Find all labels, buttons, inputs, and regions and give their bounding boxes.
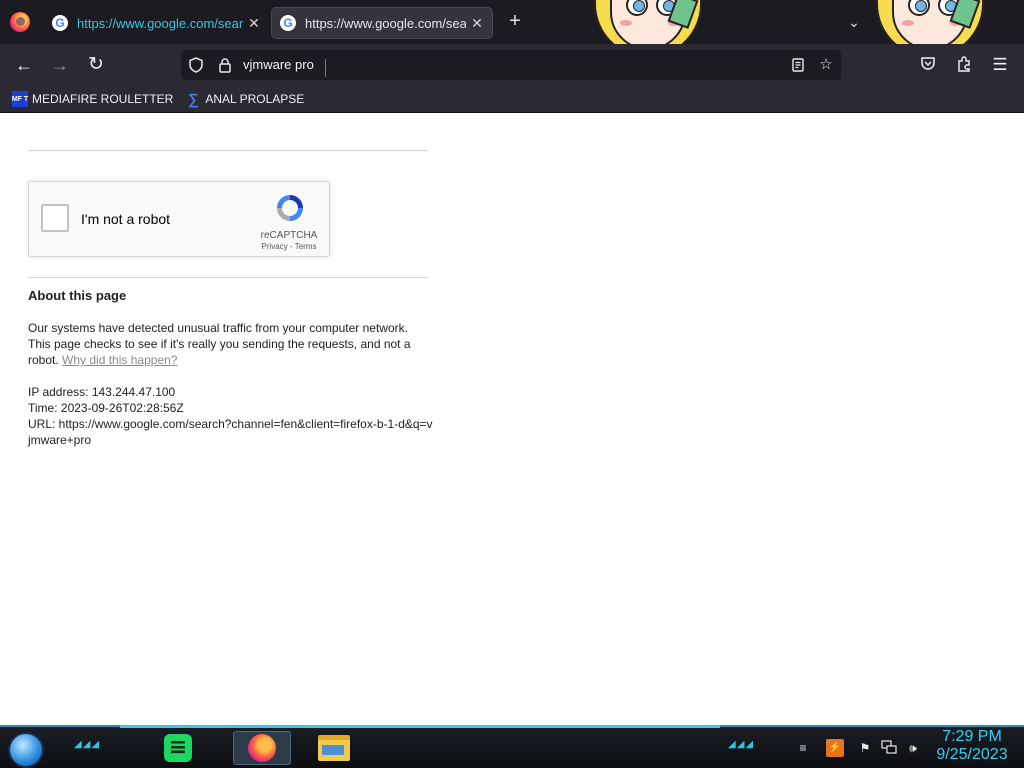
hamburger-menu-icon[interactable]: ☰	[990, 55, 1010, 75]
recaptcha-privacy-terms-links[interactable]: Privacy - Terms	[253, 242, 325, 252]
about-heading: About this page	[28, 288, 127, 303]
bookmarks-toolbar: MF T MEDIAFIRE ROULETTER ∑ ANAL PROLAPSE	[0, 86, 1024, 113]
system-clock[interactable]: 7:29 PM 9/25/2023	[930, 728, 1014, 764]
taskbar-decoration: ◢◢◢	[74, 739, 101, 750]
tab-close-icon[interactable]: ✕	[470, 15, 484, 32]
firefox-view-icon[interactable]	[10, 12, 30, 32]
spotify-icon	[164, 734, 192, 762]
list-all-tabs-chevron-icon[interactable]: ⌄	[842, 10, 866, 34]
file-explorer-icon	[318, 735, 350, 761]
action-center-flag-icon[interactable]: ⚑	[856, 739, 874, 757]
extensions-puzzle-icon[interactable]	[954, 55, 974, 75]
tab-strip: https://www.google.com/search?channel=fe…	[0, 0, 1024, 58]
lock-icon[interactable]	[217, 57, 233, 73]
page-content: I'm not a robot reCAPTCHA Privacy - Term…	[0, 113, 1024, 725]
recaptcha-widget: I'm not a robot reCAPTCHA Privacy - Term…	[28, 181, 330, 257]
text-cursor	[325, 59, 326, 77]
bookmark-item-second[interactable]: ∑ ANAL PROLAPSE	[185, 90, 305, 108]
recaptcha-checkbox[interactable]	[41, 204, 69, 232]
network-icon[interactable]	[880, 739, 898, 757]
tab-close-icon[interactable]: ✕	[247, 15, 261, 32]
taskbar: ◢◢◢ ◢◢◢ ≡ ⚡ ⚑ 🕪 7:29 PM 9/25/2023	[0, 725, 1024, 768]
time-line: Time: 2023-09-26T02:28:56Z	[28, 401, 184, 415]
bookmark-label: ANAL PROLAPSE	[205, 92, 305, 106]
address-bar[interactable]: ☆	[181, 50, 841, 80]
forward-arrow-icon[interactable]: →	[46, 51, 74, 79]
desktop-screen: https://www.google.com/search?channel=fe…	[0, 0, 1024, 768]
bookmark-label: MEDIAFIRE ROULETTER	[32, 92, 174, 106]
navigation-toolbar: ← → ↻ ☆ ☰	[0, 44, 1024, 86]
tracking-protection-shield-icon[interactable]	[188, 57, 204, 73]
google-favicon-icon	[280, 15, 296, 31]
why-did-this-happen-link[interactable]: Why did this happen?	[62, 353, 177, 367]
bookmark-star-icon[interactable]: ☆	[818, 57, 834, 73]
back-arrow-icon[interactable]: ←	[10, 51, 38, 79]
firefox-icon	[248, 734, 276, 762]
taskbar-file-explorer-button[interactable]	[314, 731, 354, 765]
taskbar-accent	[120, 725, 720, 728]
google-favicon-icon	[52, 15, 68, 31]
tab-google-search-1[interactable]: https://www.google.com/search?channel=fe…	[44, 8, 269, 38]
bookmark-item-mediafire[interactable]: MF T MEDIAFIRE ROULETTER	[12, 91, 173, 107]
ip-address-line: IP address: 143.244.47.100	[28, 385, 176, 399]
taskbar-decoration: ◢◢◢	[728, 739, 755, 750]
tab-title: https://www.google.com/search?channel=fe…	[77, 15, 243, 31]
clock-date: 9/25/2023	[936, 746, 1008, 763]
tab-google-search-2[interactable]: https://www.google.com/search?channel=fe…	[272, 8, 492, 38]
show-hidden-icons-icon[interactable]: ≡	[794, 739, 812, 757]
recaptcha-label: I'm not a robot	[81, 211, 171, 227]
tab-title: https://www.google.com/search?channel=fe…	[305, 15, 466, 31]
reader-view-icon[interactable]	[790, 57, 806, 73]
volume-icon[interactable]: 🕪	[904, 739, 922, 757]
divider	[28, 150, 428, 151]
divider	[28, 277, 428, 278]
recaptcha-logo-icon	[277, 195, 303, 221]
tray-app-icon[interactable]: ⚡	[826, 739, 844, 757]
recaptcha-brand: reCAPTCHA	[260, 230, 318, 241]
clock-time: 7:29 PM	[942, 728, 1002, 745]
address-input[interactable]	[243, 50, 783, 80]
taskbar-firefox-button[interactable]	[233, 731, 291, 765]
pocket-icon[interactable]	[918, 55, 938, 75]
new-tab-button[interactable]: +	[503, 10, 527, 34]
sigma-icon: ∑	[188, 90, 199, 108]
taskbar-spotify-button[interactable]	[158, 731, 198, 765]
mediafire-icon: MF T	[12, 91, 28, 107]
about-paragraph: Our systems have detected unusual traffi…	[28, 320, 433, 368]
start-button[interactable]	[8, 732, 44, 768]
url-line: URL: https://www.google.com/search?chann…	[28, 417, 433, 447]
reload-icon[interactable]: ↻	[82, 51, 110, 79]
